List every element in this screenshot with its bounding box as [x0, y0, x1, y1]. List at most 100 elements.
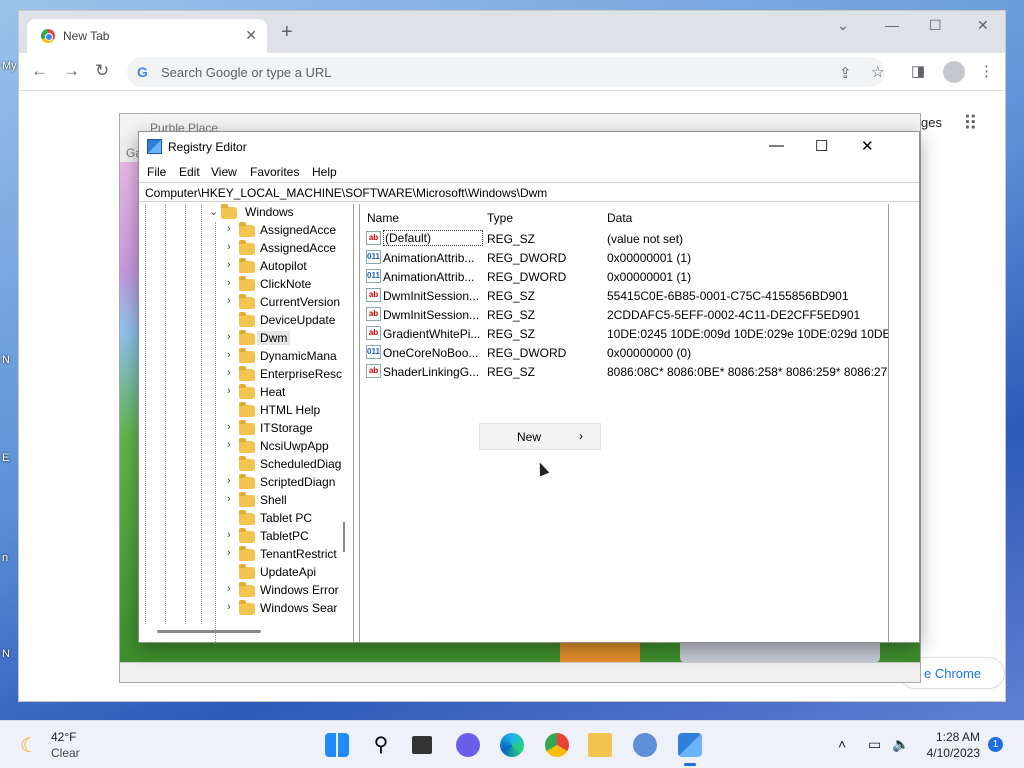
start-windows-icon[interactable] — [325, 733, 349, 757]
search-icon[interactable]: ⚲ — [369, 733, 393, 757]
table-row[interactable]: 011 OneCoreNoBoo... REG_DWORD 0x00000000… — [366, 343, 886, 362]
maximize-button[interactable]: ☐ — [929, 17, 942, 34]
apps-grid-icon[interactable]: ⠿ — [963, 111, 978, 136]
chevron-right-icon[interactable]: › — [227, 475, 237, 487]
chevron-up-icon[interactable]: ˄ — [838, 736, 846, 752]
profile-avatar[interactable] — [943, 61, 965, 83]
network-icon[interactable]: ▭ — [868, 736, 881, 753]
forward-icon[interactable]: → — [63, 61, 80, 81]
task-view-icon[interactable] — [412, 736, 432, 754]
tree-horizontal-scrollbar[interactable] — [157, 630, 261, 633]
table-row[interactable]: ab GradientWhitePi... REG_SZ 10DE:0245 1… — [366, 324, 888, 343]
minimize-button[interactable]: — — [885, 17, 899, 33]
volume-icon[interactable]: 🔈 — [892, 736, 909, 753]
regedit-taskbar-icon[interactable] — [678, 733, 702, 766]
desktop-label-5: N — [2, 648, 10, 660]
chevron-right-icon[interactable]: › — [227, 349, 237, 361]
table-row[interactable]: 011 AnimationAttrib... REG_DWORD 0x00000… — [366, 248, 886, 267]
tab-search-icon[interactable]: ⌄ — [837, 17, 849, 34]
tree-guide — [215, 222, 216, 642]
menu-kebab-icon[interactable]: ⋮ — [979, 62, 994, 80]
chat-icon[interactable] — [456, 733, 480, 757]
folder-icon — [239, 564, 255, 579]
clock-time[interactable]: 1:28 AM — [924, 730, 980, 744]
column-header-data[interactable]: Data — [607, 211, 632, 225]
context-menu-new[interactable]: New › — [479, 423, 601, 450]
chevron-right-icon[interactable]: › — [227, 277, 237, 289]
chevron-right-icon[interactable]: › — [227, 385, 237, 397]
folder-icon — [239, 294, 255, 309]
back-icon[interactable]: ← — [31, 61, 48, 81]
purble-place-icon[interactable] — [633, 733, 657, 757]
address-path: Computer\HKEY_LOCAL_MACHINE\SOFTWARE\Mic… — [145, 186, 548, 200]
chevron-right-icon[interactable]: › — [227, 241, 237, 253]
table-row[interactable]: ab DwmInitSession... REG_SZ 55415C0E-6B8… — [366, 286, 886, 305]
menu-file[interactable]: File — [147, 165, 166, 179]
close-button[interactable]: ✕ — [977, 17, 989, 34]
notification-badge[interactable]: 1 — [988, 737, 1003, 752]
chevron-right-icon[interactable]: › — [227, 367, 237, 379]
chevron-right-icon[interactable]: › — [227, 439, 237, 451]
weather-condition[interactable]: Clear — [51, 746, 80, 760]
minimize-button[interactable]: — — [769, 137, 784, 154]
close-button[interactable]: ✕ — [861, 137, 874, 155]
maximize-button[interactable]: ☐ — [815, 137, 828, 155]
tree-vertical-scrollbar[interactable] — [343, 522, 345, 552]
menu-edit[interactable]: Edit — [179, 165, 200, 179]
value-data: 55415C0E-6B85-0001-C75C-4155856BD901 — [607, 289, 849, 303]
chevron-right-icon[interactable]: › — [227, 493, 237, 505]
address-bar[interactable]: Computer\HKEY_LOCAL_MACHINE\SOFTWARE\Mic… — [139, 182, 919, 202]
tab-new-tab[interactable]: New Tab ✕ — [27, 19, 267, 53]
chevron-right-icon[interactable]: › — [227, 259, 237, 271]
new-tab-button[interactable]: + — [281, 22, 293, 42]
column-header-name[interactable]: Name — [367, 211, 399, 225]
folder-icon — [239, 474, 255, 489]
edge-icon[interactable] — [500, 733, 524, 757]
table-row[interactable]: ab (Default) REG_SZ (value not set) — [366, 229, 886, 248]
string-value-icon: ab — [366, 231, 381, 245]
value-data: 0x00000001 (1) — [607, 270, 692, 284]
side-panel-icon[interactable]: ◨ — [911, 62, 925, 80]
omnibox[interactable]: G Search Google or type a URL ⇪ ☆ — [127, 57, 885, 87]
chevron-right-icon[interactable]: › — [227, 601, 237, 613]
share-icon[interactable]: ⇪ — [839, 64, 852, 82]
tree-node-label: UpdateApi — [260, 565, 317, 579]
folder-icon — [239, 258, 255, 273]
tree-node-label: AssignedAcce — [260, 223, 337, 237]
chevron-right-icon[interactable]: › — [227, 295, 237, 307]
menu-help[interactable]: Help — [312, 165, 337, 179]
chevron-right-icon[interactable]: › — [227, 583, 237, 595]
close-tab-icon[interactable]: ✕ — [245, 27, 257, 44]
file-explorer-icon[interactable] — [588, 733, 612, 757]
tree-node-label: ITStorage — [260, 421, 313, 435]
chevron-down-icon[interactable]: ⌄ — [209, 205, 219, 218]
table-row[interactable]: ab ShaderLinkingG... REG_SZ 8086:08C* 80… — [366, 362, 888, 381]
registry-tree: ⌄ Windows › AssignedAcce › AssignedAcce › A… — [139, 204, 354, 642]
table-row[interactable]: 011 AnimationAttrib... REG_DWORD 0x00000… — [366, 267, 886, 286]
table-row[interactable]: ab DwmInitSession... REG_SZ 2CDDAFC5-5EF… — [366, 305, 886, 324]
chevron-right-icon[interactable]: › — [227, 529, 237, 541]
reload-icon[interactable]: ↻ — [95, 61, 109, 81]
folder-icon — [239, 456, 255, 471]
column-header-type[interactable]: Type — [487, 211, 513, 225]
menu-view[interactable]: View — [211, 165, 237, 179]
menu-favorites[interactable]: Favorites — [250, 165, 299, 179]
moon-weather-icon[interactable]: ☾ — [20, 733, 38, 758]
chevron-right-icon[interactable]: › — [227, 547, 237, 559]
weather-temperature[interactable]: 42°F — [51, 730, 76, 744]
tree-node-label: Windows — [245, 205, 294, 219]
chrome-icon[interactable] — [545, 733, 569, 757]
value-name: DwmInitSession... — [383, 308, 480, 322]
chevron-right-icon[interactable]: › — [227, 331, 237, 343]
tree-node-label: DeviceUpdate — [260, 313, 336, 327]
clock-date[interactable]: 4/10/2023 — [924, 746, 980, 760]
chevron-right-icon[interactable]: › — [227, 223, 237, 235]
google-icon: G — [137, 64, 148, 80]
bookmark-star-icon[interactable]: ☆ — [871, 63, 884, 81]
folder-icon — [221, 204, 237, 219]
dword-value-icon: 011 — [366, 250, 381, 264]
value-data: 0x00000000 (0) — [607, 346, 692, 360]
tab-strip: New Tab ✕ + ⌄ — ☐ ✕ — [19, 11, 1005, 53]
images-link[interactable]: ges — [921, 115, 942, 130]
chevron-right-icon[interactable]: › — [227, 421, 237, 433]
